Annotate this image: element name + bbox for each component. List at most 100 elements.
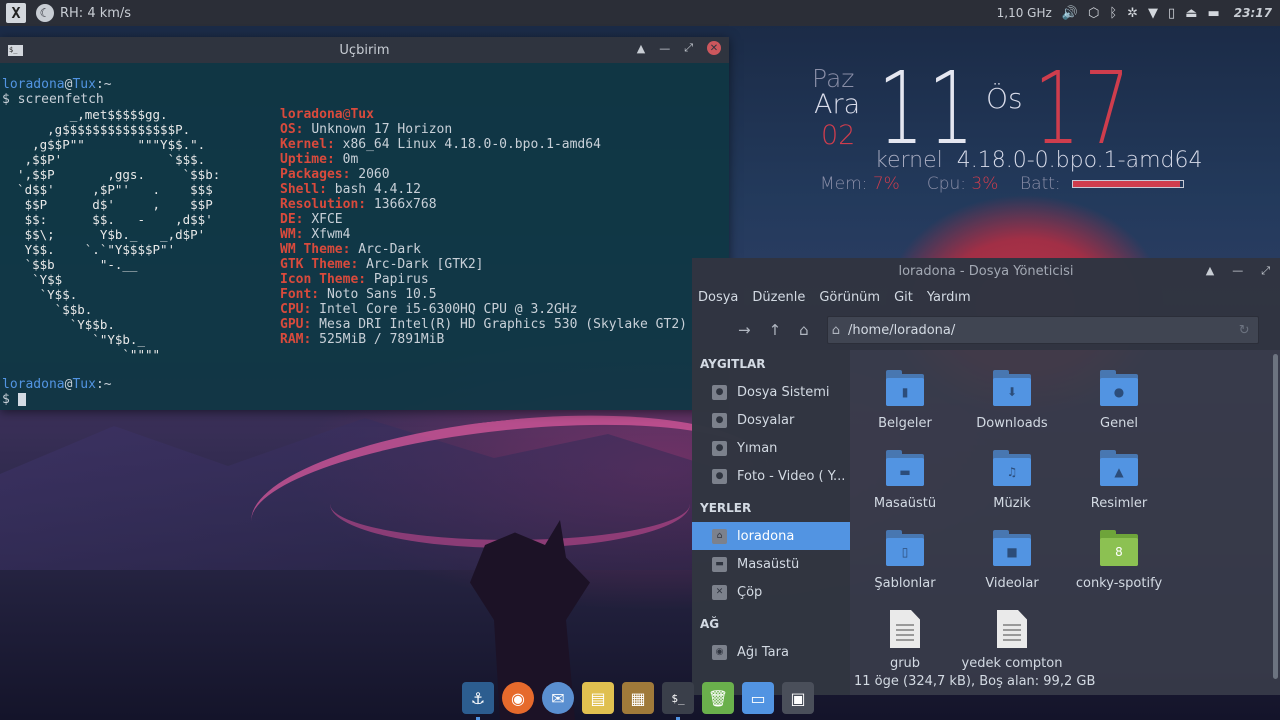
up-icon[interactable]: ↑ bbox=[769, 321, 782, 339]
desktop-icon: ▬ bbox=[712, 556, 727, 572]
file-item[interactable]: ▮ Belgeler bbox=[850, 370, 960, 431]
menu-item[interactable]: Git bbox=[894, 290, 913, 305]
bluetooth-icon[interactable]: ᛒ bbox=[1109, 6, 1117, 21]
weather-icon: ☾ bbox=[36, 4, 54, 22]
terminal-window[interactable]: $_ Uçbirim ▲ — ⤢ ✕ loradona@Tux:~ $ scre… bbox=[0, 37, 729, 410]
folder-icon: ♫ bbox=[993, 450, 1031, 486]
location-bar[interactable]: ⌂ /home/loradona/ ↻ bbox=[826, 316, 1259, 344]
status-bar: 11 öge (324,7 kB), Boş alan: 99,2 GB bbox=[854, 674, 1096, 689]
fm-minimize-icon[interactable]: — bbox=[1232, 264, 1243, 278]
file-item[interactable]: ▬ Masaüstü bbox=[850, 450, 960, 511]
forward-icon[interactable]: → bbox=[738, 321, 751, 339]
file-item[interactable]: ● Genel bbox=[1064, 370, 1174, 431]
sidebar-item[interactable]: ▬ Masaüstü bbox=[692, 550, 850, 578]
location-home-icon: ⌂ bbox=[831, 322, 840, 338]
sidebar-item[interactable]: ● Dosyalar bbox=[692, 406, 850, 434]
file-item[interactable]: yedek compton bbox=[957, 610, 1067, 671]
file-view[interactable]: ▮ Belgeler ⬇ Downloads ● Genel ▬ Masaüstü ♫ Müzik… bbox=[850, 350, 1270, 679]
reload-icon[interactable]: ↻ bbox=[1239, 323, 1250, 338]
info-row: GPU: Mesa DRI Intel(R) HD Graphics 530 (… bbox=[280, 317, 687, 332]
notes-icon[interactable]: ▤ bbox=[582, 682, 614, 714]
folder-icon: ▮ bbox=[886, 370, 924, 406]
info-row: RAM: 525MiB / 7891MiB bbox=[280, 332, 687, 347]
archive-icon[interactable]: ▦ bbox=[622, 682, 654, 714]
folder-icon: 8 bbox=[1100, 530, 1138, 566]
cpu-frequency[interactable]: 1,10 GHz bbox=[997, 6, 1052, 20]
info-value: bash 4.4.12 bbox=[334, 182, 421, 197]
info-value: x86_64 Linux 4.18.0-0.bpo.1-amd64 bbox=[342, 137, 601, 152]
home-icon[interactable]: ⌂ bbox=[799, 321, 809, 339]
eject-icon[interactable]: ⏏ bbox=[1185, 6, 1197, 21]
sidebar-item[interactable]: ● Yıman bbox=[692, 434, 850, 462]
maximize-icon[interactable]: ⤢ bbox=[684, 41, 693, 55]
drive-icon: ● bbox=[712, 412, 727, 428]
info-row: DE: XFCE bbox=[280, 212, 687, 227]
file-item[interactable]: ♫ Müzik bbox=[957, 450, 1067, 511]
file-item-label: Masaüstü bbox=[873, 496, 937, 511]
prompt-host: Tux bbox=[72, 77, 96, 92]
fm-shade-icon[interactable]: ▲ bbox=[1206, 264, 1214, 278]
trash-icon[interactable]: 🗑 bbox=[702, 682, 734, 714]
info-user: loradona bbox=[280, 107, 343, 122]
menu-item[interactable]: Düzenle bbox=[752, 290, 805, 305]
sidebar-item-label: Dosyalar bbox=[737, 412, 795, 428]
window-icon[interactable]: ▣ bbox=[782, 682, 814, 714]
battery-icon[interactable]: ▯ bbox=[1168, 6, 1175, 21]
sidebar-item-label: Çöp bbox=[737, 584, 763, 600]
keyboard-icon[interactable]: ▬ bbox=[1208, 6, 1220, 21]
firefox-icon[interactable]: ◉ bbox=[502, 682, 534, 714]
sidebar-item[interactable]: ● Dosya Sistemi bbox=[692, 378, 850, 406]
file-item[interactable]: ▲ Resimler bbox=[1064, 450, 1174, 511]
file-item-label: Belgeler bbox=[878, 416, 932, 431]
file-manager-window[interactable]: loradona - Dosya Yöneticisi ▲ — ⤢ Dosya D… bbox=[692, 258, 1280, 695]
sidebar-item[interactable]: ⌂ loradona bbox=[692, 522, 850, 550]
file-manager-titlebar[interactable]: loradona - Dosya Yöneticisi ▲ — ⤢ bbox=[692, 258, 1280, 284]
terminal-titlebar[interactable]: $_ Uçbirim ▲ — ⤢ ✕ bbox=[0, 37, 729, 63]
info-key: GPU: bbox=[280, 317, 312, 332]
file-item[interactable]: grub bbox=[850, 610, 960, 671]
info-value: Arc-Dark bbox=[358, 242, 421, 257]
info-value: Papirus bbox=[373, 272, 429, 287]
display-icon[interactable]: ▭ bbox=[742, 682, 774, 714]
terminal-icon[interactable]: $_ bbox=[662, 682, 694, 720]
folder-icon: ● bbox=[1100, 370, 1138, 406]
file-item-label: Müzik bbox=[993, 496, 1031, 511]
file-item[interactable]: 8 conky-spotify bbox=[1064, 530, 1174, 591]
conky-battery-bar bbox=[1072, 180, 1185, 188]
scrollbar[interactable] bbox=[1273, 354, 1278, 679]
shade-icon[interactable]: ▲ bbox=[637, 42, 645, 55]
sidebar-item[interactable]: ● Foto - Video ( Y... bbox=[692, 462, 850, 490]
menu-item[interactable]: Yardım bbox=[927, 290, 971, 305]
menu-item[interactable]: Görünüm bbox=[819, 290, 880, 305]
sidebar-item-label: Foto - Video ( Y... bbox=[737, 468, 846, 484]
volume-icon[interactable]: 🔊 bbox=[1062, 6, 1078, 21]
info-value: Mesa DRI Intel(R) HD Graphics 530 (Skyla… bbox=[319, 317, 687, 332]
file-manager-menubar: Dosya Düzenle Görünüm Git Yardım bbox=[692, 284, 1280, 310]
file-item[interactable]: ⬇ Downloads bbox=[957, 370, 1067, 431]
menu-item[interactable]: Dosya bbox=[698, 290, 738, 305]
file-manager-title: loradona - Dosya Yöneticisi bbox=[898, 263, 1074, 279]
fm-maximize-icon[interactable]: ⤢ bbox=[1261, 264, 1270, 278]
conky-cpu-value: 3% bbox=[971, 174, 999, 194]
settings-icon[interactable]: ✲ bbox=[1127, 6, 1138, 21]
info-row: WM Theme: Arc-Dark bbox=[280, 242, 687, 257]
sidebar-item[interactable]: ◉ Ağı Tara bbox=[692, 638, 850, 666]
info-key: RAM: bbox=[280, 332, 312, 347]
text-file-icon bbox=[890, 610, 920, 648]
applications-menu-button[interactable]: X bbox=[6, 3, 26, 23]
sidebar-item[interactable]: ✕ Çöp bbox=[692, 578, 850, 606]
terminal-output[interactable]: loradona@Tux:~ $ screenfetch _,met$$$$$g… bbox=[2, 77, 729, 410]
conky-batt-label: Batt: bbox=[1020, 174, 1061, 194]
file-item[interactable]: ▯ Şablonlar bbox=[850, 530, 960, 591]
close-icon[interactable]: ✕ bbox=[707, 41, 721, 55]
wifi-icon[interactable]: ▼ bbox=[1148, 6, 1158, 21]
input-line[interactable]: $ bbox=[2, 392, 26, 407]
thunderbird-icon[interactable]: ✉ bbox=[542, 682, 574, 714]
anchor-icon[interactable]: ⚓ bbox=[462, 682, 494, 720]
package-icon[interactable]: ⬡ bbox=[1088, 6, 1099, 21]
minimize-icon[interactable]: — bbox=[659, 42, 670, 55]
terminal-cursor bbox=[17, 393, 26, 406]
clock[interactable]: 23:17 bbox=[1234, 6, 1272, 20]
network-icon: ◉ bbox=[712, 644, 727, 660]
file-item[interactable]: ■ Videolar bbox=[957, 530, 1067, 591]
